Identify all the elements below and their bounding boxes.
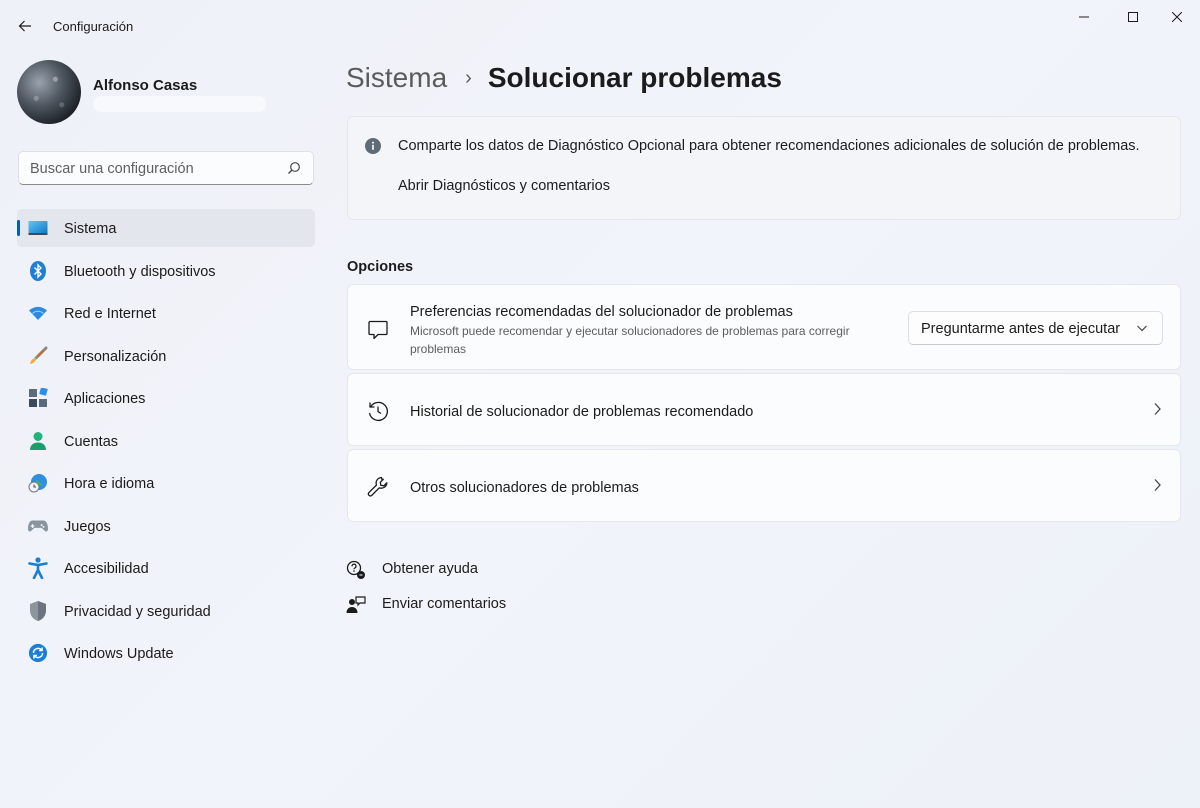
paintbrush-icon (28, 346, 48, 366)
apps-icon (28, 388, 48, 408)
search-icon (288, 162, 300, 174)
search-input[interactable]: Buscar una configuración (30, 161, 194, 177)
monitor-icon (28, 218, 48, 238)
sidebar-item-label: Accesibilidad (64, 561, 149, 577)
minimize-icon (1079, 16, 1089, 18)
maximize-icon (1128, 12, 1138, 22)
maximize-button[interactable] (1110, 0, 1156, 34)
accessibility-icon (28, 557, 48, 579)
close-icon (1172, 12, 1182, 22)
sidebar-item-label: Windows Update (64, 646, 174, 662)
open-diagnostics-link[interactable]: Abrir Diagnósticos y comentarios (398, 178, 610, 194)
feedback-icon (346, 595, 366, 615)
page-title: Solucionar problemas (487, 62, 782, 93)
sidebar-item-network[interactable]: Red e Internet (17, 294, 315, 332)
sidebar-item-label: Bluetooth y dispositivos (64, 263, 216, 280)
sidebar-item-label: Cuentas (64, 433, 119, 450)
window-title: Configuración (53, 19, 134, 34)
sidebar-item-label: Privacidad y seguridad (64, 603, 211, 620)
search-box[interactable]: Buscar una configuración (18, 151, 314, 185)
preferences-title: Preferencias recomendadas del solucionad… (410, 304, 793, 320)
chat-bubble-icon (366, 317, 390, 341)
gamepad-icon (28, 516, 48, 536)
history-icon (366, 399, 390, 423)
breadcrumb-parent[interactable]: Sistema (346, 62, 447, 94)
sidebar-item-label: Hora e idioma (64, 476, 155, 492)
chevron-down-icon (1137, 325, 1147, 332)
person-icon (28, 431, 48, 451)
diagnostics-info-card: Comparte los datos de Diagnóstico Opcion… (347, 116, 1181, 220)
settings-window: Configuración Alfonso Casas Buscar una c… (0, 0, 1200, 808)
minimize-button[interactable] (1061, 0, 1107, 34)
sidebar-item-time-language[interactable]: Hora e idioma (17, 464, 315, 502)
sidebar-item-label: Aplicaciones (64, 391, 146, 407)
troubleshooter-preferences-card: Preferencias recomendadas del solucionad… (347, 284, 1181, 370)
sidebar-item-label: Personalización (64, 348, 167, 365)
sidebar-item-personalization[interactable]: Personalización (17, 337, 315, 375)
shield-icon (28, 600, 48, 621)
breadcrumb: Sistema › Solucionar problemas (346, 62, 782, 94)
sidebar-item-windows-update[interactable]: Windows Update (17, 634, 315, 672)
sidebar-item-label: Juegos (64, 518, 111, 535)
update-icon (28, 643, 48, 663)
other-troubleshooters-title: Otros solucionadores de problemas (410, 480, 639, 496)
close-button[interactable] (1154, 0, 1200, 34)
preferences-description: Microsoft puede recomendar y ejecutar so… (410, 324, 850, 356)
sidebar-item-privacy[interactable]: Privacidad y seguridad (17, 592, 315, 630)
sidebar-item-accessibility[interactable]: Accesibilidad (17, 549, 315, 587)
select-value: Preguntarme antes de ejecutar (921, 321, 1121, 337)
back-button[interactable] (10, 12, 40, 40)
sidebar-item-accounts[interactable]: Cuentas (17, 422, 315, 460)
get-help-label: Obtener ayuda (382, 561, 478, 577)
sidebar-item-apps[interactable]: Aplicaciones (17, 379, 315, 417)
info-text: Comparte los datos de Diagnóstico Opcion… (398, 138, 1140, 154)
globe-clock-icon (28, 473, 48, 493)
sidebar-item-gaming[interactable]: Juegos (17, 507, 315, 545)
sidebar-nav: Sistema Bluetooth y dispositivos Red e I… (17, 209, 315, 677)
sidebar-item-sistema[interactable]: Sistema (17, 209, 315, 247)
sidebar-item-bluetooth[interactable]: Bluetooth y dispositivos (17, 252, 315, 290)
avatar (17, 60, 81, 124)
user-name: Alfonso Casas (93, 77, 198, 94)
history-title: Historial de solucionador de problemas r… (410, 404, 754, 420)
breadcrumb-separator: › (465, 66, 472, 89)
wifi-icon (28, 303, 48, 323)
chevron-right-icon (1154, 479, 1161, 491)
other-troubleshooters-card[interactable]: Otros solucionadores de problemas (347, 449, 1181, 522)
title-bar: Configuración (0, 0, 1200, 50)
bluetooth-icon (28, 260, 48, 281)
chevron-right-icon (1154, 403, 1161, 415)
send-feedback-label: Enviar comentarios (382, 596, 507, 612)
user-email-redacted (93, 96, 266, 112)
sidebar-item-label: Sistema (64, 221, 117, 237)
arrow-left-icon (18, 20, 31, 32)
troubleshooter-history-card[interactable]: Historial de solucionador de problemas r… (347, 373, 1181, 446)
help-chat-icon (346, 560, 366, 580)
section-title-options: Opciones (347, 259, 414, 275)
troubleshooter-preference-select[interactable]: Preguntarme antes de ejecutar (908, 311, 1163, 345)
info-icon (365, 138, 381, 154)
wrench-icon (366, 475, 390, 499)
sidebar-item-label: Red e Internet (64, 306, 156, 322)
